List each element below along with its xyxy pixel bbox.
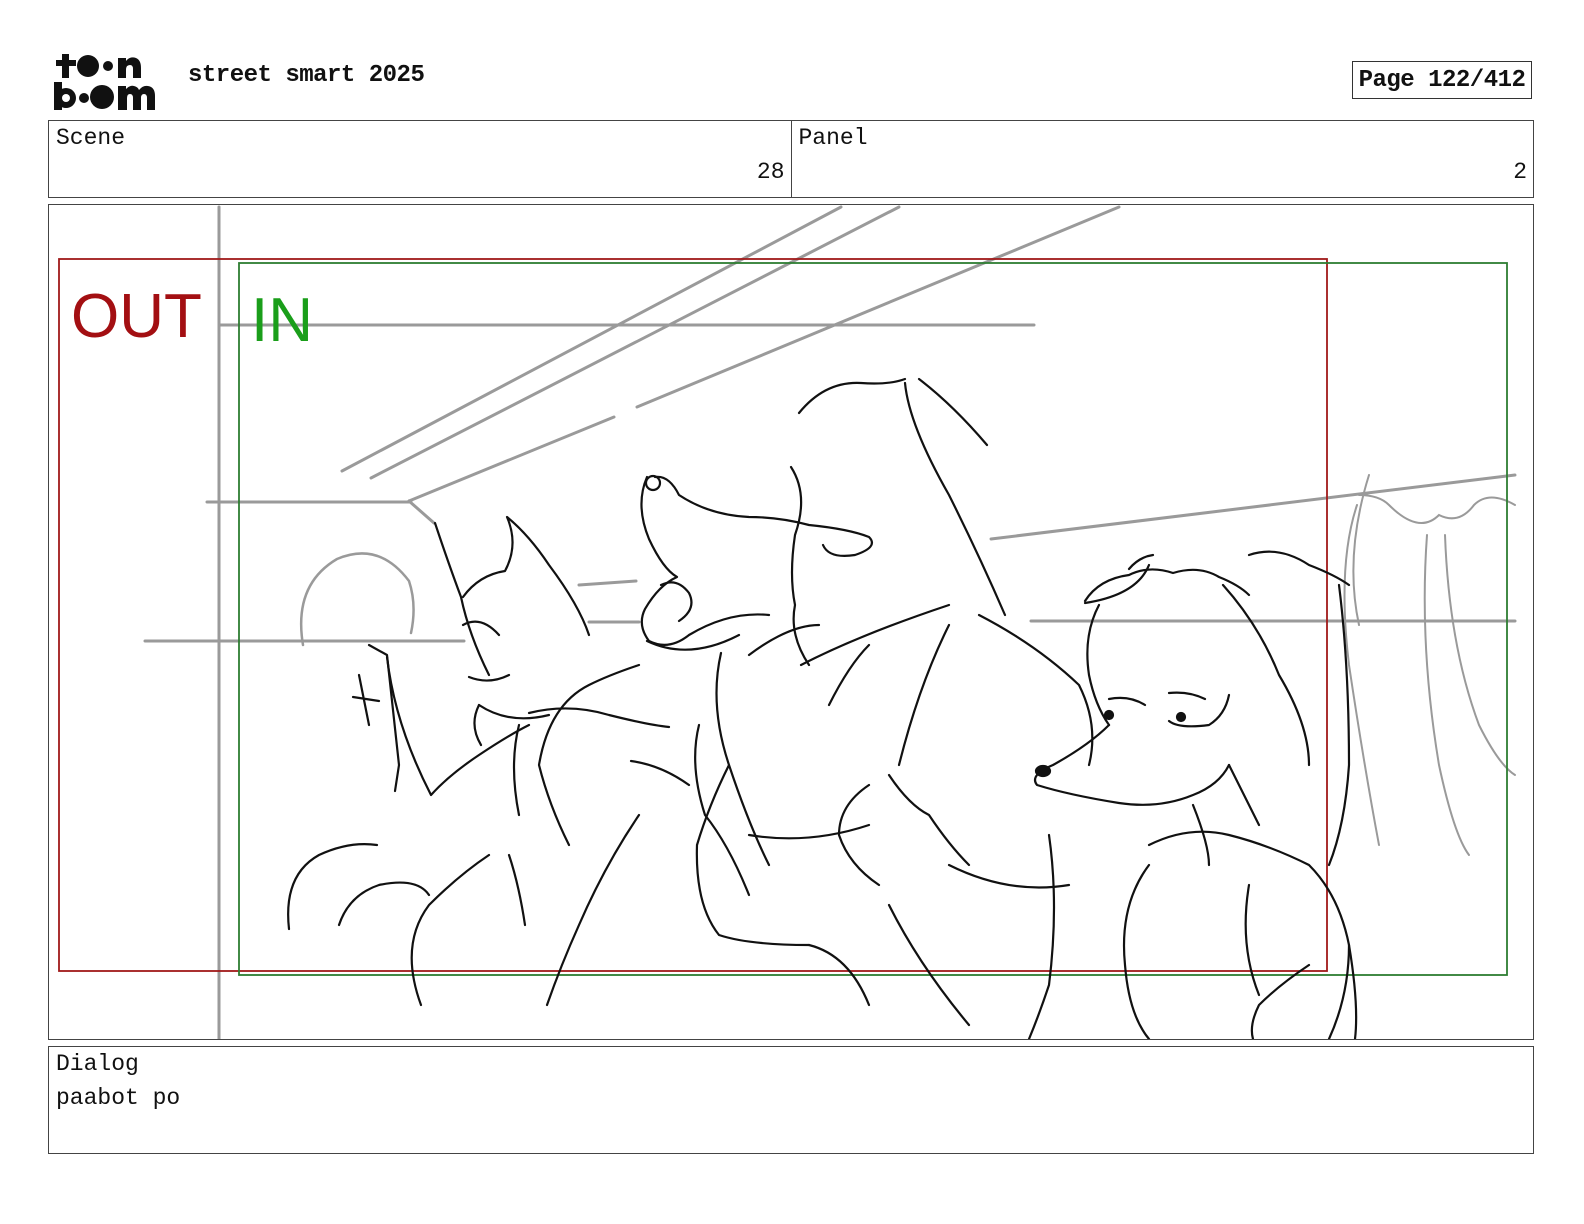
- out-frame: [58, 258, 1328, 972]
- scene-label: Scene: [56, 125, 126, 151]
- project-title: street smart 2025: [188, 62, 425, 89]
- dialog-text[interactable]: paabot po: [56, 1085, 180, 1111]
- storyboard-panel[interactable]: OUT IN: [48, 204, 1534, 1040]
- scene-cell: Scene 28: [49, 121, 791, 197]
- howling-dog-character: [640, 475, 771, 646]
- big-dog-character: [797, 377, 1007, 617]
- panel-cell: Panel 2: [790, 121, 1534, 197]
- right-dog-character: [1083, 568, 1251, 727]
- background-layout-lines: [143, 205, 1517, 1039]
- in-label: IN: [251, 286, 313, 355]
- fox-character: [433, 515, 591, 677]
- in-frame: [238, 262, 1508, 976]
- panel-label: Panel: [798, 125, 868, 151]
- dialog-label: Dialog: [56, 1051, 139, 1077]
- toon-boom-logo: [52, 50, 164, 112]
- out-label: OUT: [71, 282, 202, 351]
- panel-number: 2: [1513, 159, 1527, 185]
- scene-number: 28: [756, 159, 785, 185]
- page-indicator: Page 122/412: [1352, 61, 1532, 99]
- scene-panel-info: Scene 28 Panel 2: [48, 120, 1534, 198]
- dialog-box[interactable]: Dialog paabot po: [48, 1046, 1534, 1154]
- character-sketches: [287, 377, 1358, 1039]
